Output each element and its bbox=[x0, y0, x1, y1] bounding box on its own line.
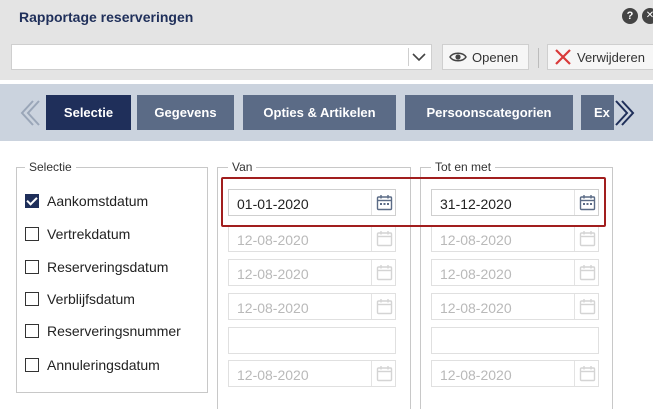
select-divider bbox=[408, 48, 409, 66]
delete-button-label: Verwijderen bbox=[577, 49, 645, 65]
selection-legend: Selectie bbox=[25, 160, 76, 174]
option-vertrekdatum[interactable]: Vertrekdatum bbox=[25, 226, 130, 242]
date-value: 12-08-2020 bbox=[440, 232, 512, 248]
option-annuleringsdatum[interactable]: Annuleringsdatum bbox=[25, 357, 160, 373]
option-label: Verblijfsdatum bbox=[47, 291, 135, 307]
to-date-verblijf: 12-08-2020 bbox=[431, 293, 599, 320]
toolbar-divider bbox=[538, 48, 539, 68]
date-value: 12-08-2020 bbox=[237, 367, 309, 383]
to-date-vertrek: 12-08-2020 bbox=[431, 225, 599, 252]
date-value: 12-08-2020 bbox=[237, 300, 309, 316]
to-reservation-number bbox=[431, 327, 599, 354]
calendar-icon bbox=[376, 366, 393, 382]
from-date-reservering: 12-08-2020 bbox=[228, 259, 396, 286]
selection-fieldset: Selectie Aankomstdatum Vertrekdatum Rese… bbox=[16, 160, 208, 393]
option-reserveringsdatum[interactable]: Reserveringsdatum bbox=[25, 259, 168, 275]
eye-icon bbox=[449, 52, 467, 62]
dialog-header: Rapportage reserveringen ? ✕ bbox=[0, 0, 653, 36]
checkbox[interactable] bbox=[25, 260, 39, 274]
report-select[interactable] bbox=[11, 44, 432, 70]
date-value: 12-08-2020 bbox=[237, 232, 309, 248]
calendar-icon bbox=[579, 265, 596, 281]
delete-button[interactable]: Verwijderen bbox=[547, 44, 653, 70]
dialog-title: Rapportage reserveringen bbox=[19, 9, 194, 25]
option-verblijfsdatum[interactable]: Verblijfsdatum bbox=[25, 291, 135, 307]
option-label: Vertrekdatum bbox=[47, 226, 131, 242]
date-value: 12-08-2020 bbox=[440, 300, 512, 316]
option-aankomstdatum[interactable]: Aankomstdatum bbox=[25, 193, 148, 209]
from-date-vertrek: 12-08-2020 bbox=[228, 225, 396, 252]
option-label: Aankomstdatum bbox=[47, 193, 149, 209]
field-divider bbox=[574, 226, 575, 251]
tab-opties-artikelen[interactable]: Opties & Artikelen bbox=[243, 95, 396, 130]
checkbox[interactable] bbox=[25, 292, 39, 306]
field-divider bbox=[574, 260, 575, 285]
option-label: Annuleringsdatum bbox=[47, 357, 160, 373]
checkbox[interactable] bbox=[25, 358, 39, 372]
option-label: Reserveringsdatum bbox=[47, 259, 169, 275]
calendar-icon bbox=[376, 299, 393, 315]
help-icon[interactable]: ? bbox=[622, 8, 638, 24]
from-reservation-number bbox=[228, 327, 396, 354]
option-reserveringsnummer[interactable]: Reserveringsnummer bbox=[25, 323, 181, 339]
tab-selectie[interactable]: Selectie bbox=[46, 95, 131, 130]
highlight-box bbox=[221, 177, 606, 227]
tab-persoonscategorien[interactable]: Persoonscategorien bbox=[405, 95, 573, 130]
checkbox-checked[interactable] bbox=[25, 194, 39, 208]
from-date-annulering: 12-08-2020 bbox=[228, 360, 396, 387]
chevron-left-icon[interactable] bbox=[13, 98, 43, 128]
calendar-icon bbox=[579, 231, 596, 247]
from-date-verblijf: 12-08-2020 bbox=[228, 293, 396, 320]
tab-gegevens[interactable]: Gegevens bbox=[137, 95, 234, 130]
option-label: Reserveringsnummer bbox=[47, 323, 181, 339]
report-dialog: Rapportage reserveringen ? ✕ Openen Verw… bbox=[0, 0, 653, 409]
calendar-icon bbox=[579, 299, 596, 315]
chevron-right-icon[interactable] bbox=[612, 98, 642, 128]
toolbar: Openen Verwijderen bbox=[0, 36, 653, 80]
field-divider bbox=[371, 361, 372, 386]
field-divider bbox=[574, 361, 575, 386]
field-divider bbox=[371, 260, 372, 285]
close-icon[interactable]: ✕ bbox=[642, 8, 653, 24]
open-button[interactable]: Openen bbox=[442, 44, 529, 70]
tab-ex[interactable]: Ex bbox=[581, 95, 614, 130]
checkbox[interactable] bbox=[25, 324, 39, 338]
from-legend: Van bbox=[228, 160, 257, 174]
to-date-annulering: 12-08-2020 bbox=[431, 360, 599, 387]
calendar-icon bbox=[376, 265, 393, 281]
to-date-reservering: 12-08-2020 bbox=[431, 259, 599, 286]
chevron-down-icon[interactable] bbox=[410, 48, 428, 66]
date-value: 12-08-2020 bbox=[440, 266, 512, 282]
calendar-icon bbox=[579, 366, 596, 382]
to-legend: Tot en met bbox=[431, 160, 496, 174]
delete-x-icon bbox=[555, 49, 571, 65]
date-value: 12-08-2020 bbox=[440, 367, 512, 383]
calendar-icon bbox=[376, 231, 393, 247]
tab-strip: Selectie Gegevens Opties & Artikelen Per… bbox=[0, 84, 653, 141]
date-value: 12-08-2020 bbox=[237, 266, 309, 282]
field-divider bbox=[574, 294, 575, 319]
checkbox[interactable] bbox=[25, 227, 39, 241]
field-divider bbox=[371, 294, 372, 319]
field-divider bbox=[371, 226, 372, 251]
open-button-label: Openen bbox=[472, 49, 519, 65]
